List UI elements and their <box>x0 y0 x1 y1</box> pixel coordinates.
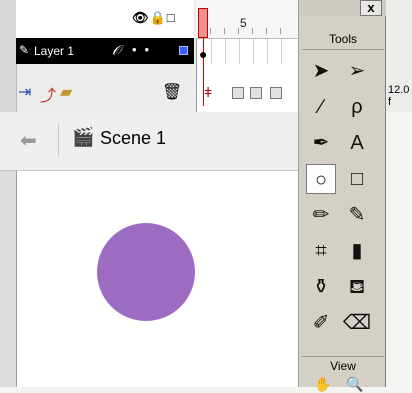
lock-icon[interactable]: 🔒 <box>150 10 167 25</box>
frame-rate-readout: 12.0 f <box>388 84 410 108</box>
text-tool-icon[interactable]: A <box>342 128 372 158</box>
eraser-tool-icon[interactable]: ⌫ <box>342 308 372 338</box>
fill-transform-tool-icon[interactable]: ▮ <box>342 236 372 266</box>
edit-multiple-frames-icon[interactable] <box>270 87 282 99</box>
timeline-left-edge <box>0 0 17 112</box>
line-tool-icon[interactable]: ∕ <box>306 92 336 122</box>
ink-bottle-tool-icon[interactable]: ⚱ <box>306 272 336 302</box>
frame-divider <box>225 38 226 64</box>
subselect-tool-icon[interactable]: ➢ <box>342 56 372 86</box>
layer-name[interactable]: Layer 1 <box>34 44 74 58</box>
onion-skin-icon[interactable] <box>232 87 244 99</box>
frame-number-label: 5 <box>240 16 247 30</box>
frame-ruler[interactable] <box>196 0 300 39</box>
eyedropper-tool-icon[interactable]: ✐ <box>306 308 336 338</box>
ruler-tick <box>252 28 253 34</box>
free-transform-tool-icon[interactable]: ⌗ <box>306 236 336 266</box>
frame-divider <box>239 38 240 64</box>
center-frame-icon[interactable]: ǂ <box>204 84 212 100</box>
keyframe-dot[interactable]: ● <box>199 46 207 62</box>
brush-tool-icon[interactable]: ✎ <box>342 200 372 230</box>
layer-controls: ⇥ ⤴ ▰ 🗑 <box>16 80 194 106</box>
rectangle-tool-icon[interactable]: □ <box>342 164 372 194</box>
ruler-tick <box>224 28 225 34</box>
close-button[interactable]: x <box>360 0 382 16</box>
add-layer-icon[interactable]: ⇥ <box>18 82 31 102</box>
view-heading: View <box>302 356 384 373</box>
tools-divider <box>302 49 384 50</box>
layer-edit-icon: ✎ <box>19 43 30 57</box>
pencil-tool-icon[interactable]: ✏ <box>306 200 336 230</box>
playhead[interactable] <box>198 8 208 38</box>
frame-divider <box>281 38 282 64</box>
onion-outline-icon[interactable] <box>250 87 262 99</box>
pen-tool-icon[interactable]: ✒ <box>306 128 336 158</box>
ruler-tick <box>238 28 239 34</box>
layer-header-icons: 👁🔒□ <box>132 10 176 28</box>
frame-divider <box>211 38 212 64</box>
trash-icon[interactable]: 🗑 <box>162 82 182 102</box>
paint-bucket-tool-icon[interactable]: ⛾ <box>342 272 372 302</box>
ruler-tick <box>280 28 281 34</box>
lasso-tool-icon[interactable]: ρ <box>342 92 372 122</box>
layer-color-square[interactable] <box>179 46 188 55</box>
layer-visibility-dots[interactable]: •• <box>132 42 157 57</box>
layer-row[interactable]: ✎ Layer 1 𝒪 •• <box>16 38 194 64</box>
zoom-tool-icon[interactable]: 🔍 <box>346 376 363 393</box>
purple-circle-shape[interactable] <box>97 223 195 321</box>
right-gutter <box>386 112 412 387</box>
frame-divider <box>253 38 254 64</box>
oval-tool-icon[interactable]: ○ <box>306 164 336 194</box>
outline-icon[interactable]: □ <box>167 10 176 25</box>
eye-icon[interactable]: 👁 <box>132 10 150 25</box>
add-guide-layer-icon[interactable]: ⤴ <box>40 82 56 106</box>
arrow-tool-icon[interactable]: ➤ <box>306 56 336 86</box>
ruler-tick <box>210 28 211 34</box>
hand-tool-icon[interactable]: ✋ <box>314 376 331 393</box>
frame-controls: ǂ <box>196 80 300 106</box>
scene-label[interactable]: Scene 1 <box>100 128 166 149</box>
layer-pencil-icon: 𝒪 <box>112 42 121 58</box>
ruler-tick <box>266 28 267 34</box>
back-arrow-icon[interactable]: ⬅ <box>20 128 37 153</box>
add-folder-icon[interactable]: ▰ <box>60 82 72 102</box>
scene-clapper-icon: 🎬 <box>72 127 95 147</box>
tools-heading: Tools <box>328 32 357 46</box>
frame-divider <box>267 38 268 64</box>
edit-bar-separator <box>58 124 59 156</box>
